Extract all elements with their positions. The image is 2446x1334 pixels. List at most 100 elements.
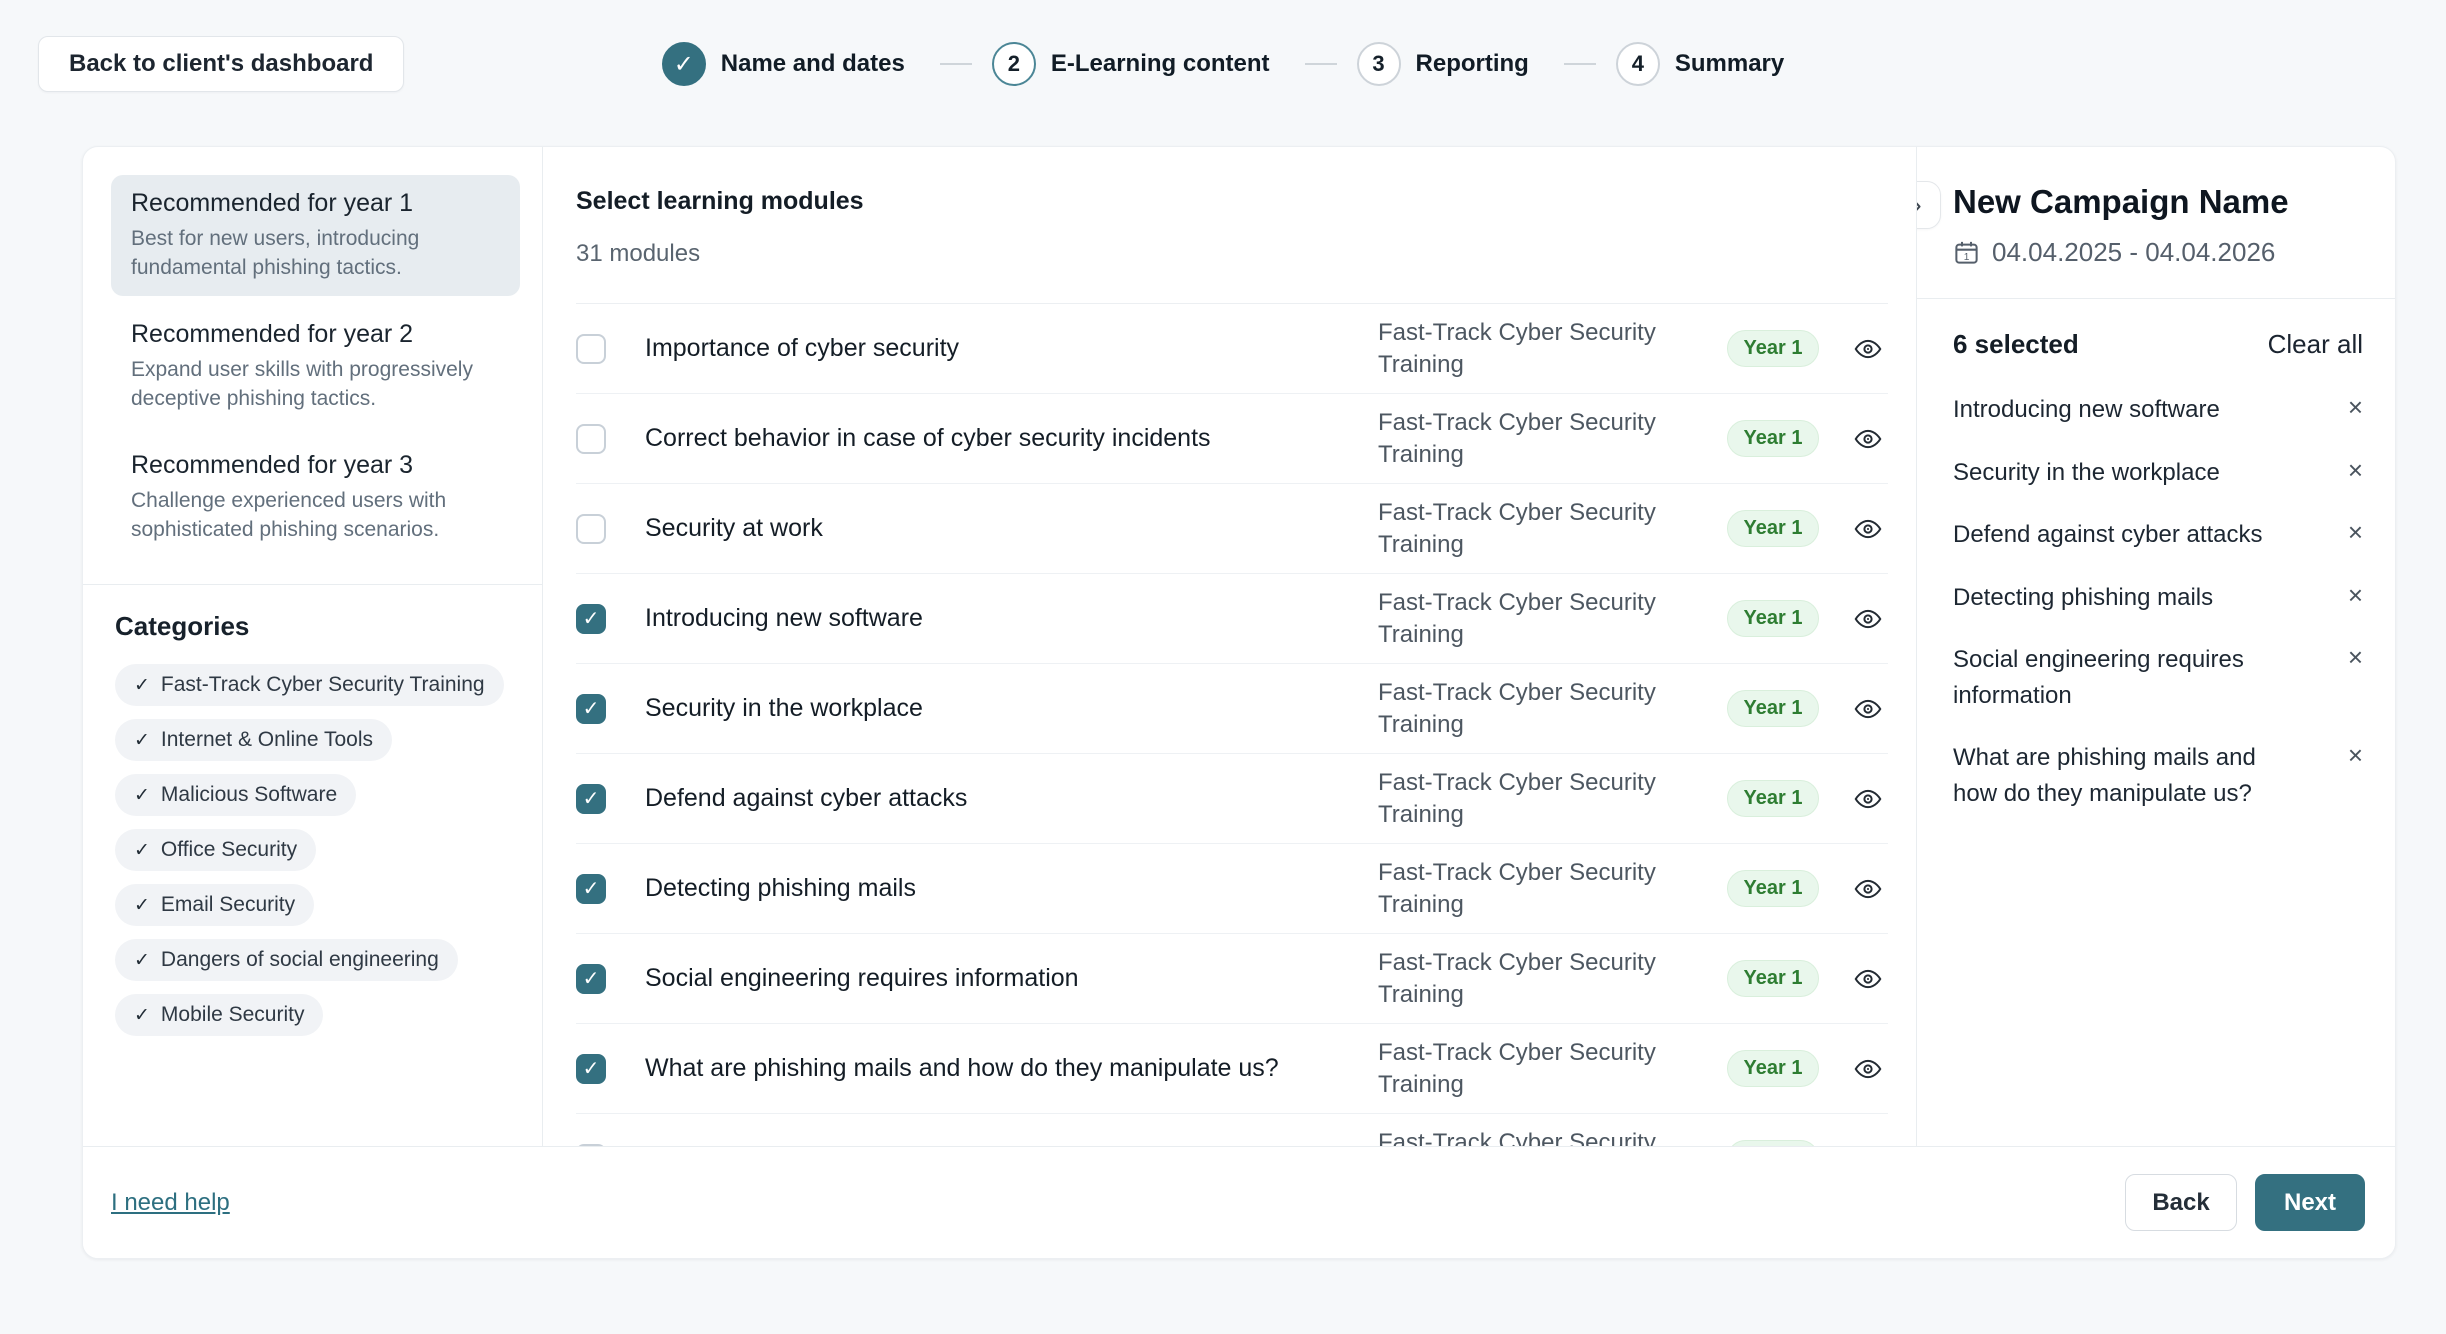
module-title: Defend against cyber attacks bbox=[645, 784, 1378, 813]
module-program: Fast-Track Cyber Security Training bbox=[1378, 317, 1698, 379]
category-chip[interactable]: ✓ Mobile Security bbox=[115, 994, 323, 1036]
year-badge: Year 1 bbox=[1727, 960, 1820, 997]
module-row[interactable]: ✓ Correct behavior in case of cyber secu… bbox=[576, 394, 1888, 484]
wizard-step[interactable]: 3 Reporting bbox=[1357, 42, 1616, 86]
module-row[interactable]: ✓ Security in the workplace Fast-Track C… bbox=[576, 664, 1888, 754]
clear-all-button[interactable]: Clear all bbox=[2268, 329, 2363, 360]
sidebar-divider bbox=[83, 584, 542, 585]
module-checkbox[interactable]: ✓ bbox=[576, 874, 606, 904]
remove-selected-icon[interactable]: × bbox=[2348, 642, 2363, 673]
check-icon: ✓ bbox=[134, 729, 150, 752]
preview-eye-icon[interactable] bbox=[1848, 1055, 1888, 1083]
remove-selected-icon[interactable]: × bbox=[2348, 392, 2363, 423]
module-row[interactable]: ✓ Detecting phishing mails Fast-Track Cy… bbox=[576, 844, 1888, 934]
preview-eye-icon[interactable] bbox=[1848, 785, 1888, 813]
module-checkbox[interactable]: ✓ bbox=[576, 424, 606, 454]
panel-divider bbox=[1917, 298, 2395, 299]
recommendation-option[interactable]: Recommended for year 3 Challenge experie… bbox=[111, 437, 520, 558]
step-label: E-Learning content bbox=[1051, 50, 1270, 78]
remove-selected-icon[interactable]: × bbox=[2348, 740, 2363, 771]
checkbox-check-icon: ✓ bbox=[583, 879, 600, 899]
module-row[interactable]: ✓ Security at work Fast-Track Cyber Secu… bbox=[576, 484, 1888, 574]
category-chip[interactable]: ✓ Email Security bbox=[115, 884, 314, 926]
svg-text:1: 1 bbox=[1964, 252, 1970, 263]
module-program: Fast-Track Cyber Security Training bbox=[1378, 947, 1698, 1009]
module-checkbox[interactable]: ✓ bbox=[576, 964, 606, 994]
module-row[interactable]: ✓ Introducing new software Fast-Track Cy… bbox=[576, 574, 1888, 664]
preview-eye-icon[interactable] bbox=[1848, 515, 1888, 543]
year-badge: Year 1 bbox=[1727, 510, 1820, 547]
category-chip-label: Fast-Track Cyber Security Training bbox=[161, 673, 485, 697]
collapse-panel-button[interactable]: › bbox=[1917, 181, 1941, 229]
module-badge-zone: Year 1 bbox=[1698, 330, 1848, 367]
module-badge-zone: Year 1 bbox=[1698, 420, 1848, 457]
module-checkbox[interactable]: ✓ bbox=[576, 604, 606, 634]
category-chip[interactable]: ✓ Dangers of social engineering bbox=[115, 939, 458, 981]
preview-eye-icon[interactable] bbox=[1848, 605, 1888, 633]
year-badge: Year 1 bbox=[1727, 1050, 1820, 1087]
module-row[interactable]: ✓ Social engineering requires informatio… bbox=[576, 934, 1888, 1024]
back-button[interactable]: Back bbox=[2125, 1174, 2237, 1231]
module-program: Fast-Track Cyber Security Training bbox=[1378, 587, 1698, 649]
module-checkbox[interactable]: ✓ bbox=[576, 784, 606, 814]
campaign-dates: 1 04.04.2025 - 04.04.2026 bbox=[1953, 237, 2363, 268]
module-checkbox[interactable]: ✓ bbox=[576, 1054, 606, 1084]
module-title: Introducing new software bbox=[645, 604, 1378, 633]
recommendation-option[interactable]: Recommended for year 2 Expand user skill… bbox=[111, 306, 520, 427]
categories-heading: Categories bbox=[115, 611, 520, 642]
preview-eye-icon[interactable] bbox=[1848, 335, 1888, 363]
step-number-circle: 3 bbox=[1357, 42, 1401, 86]
preview-eye-icon[interactable] bbox=[1848, 425, 1888, 453]
campaign-name: New Campaign Name bbox=[1953, 183, 2363, 221]
step-connector bbox=[1305, 63, 1337, 65]
module-row[interactable]: ✓ What are phishing mails and how do the… bbox=[576, 1024, 1888, 1114]
module-row[interactable]: ✓ Fast-Track Cyber Security Training Yea… bbox=[576, 1114, 1888, 1146]
step-number: 2 bbox=[1008, 51, 1020, 77]
module-checkbox[interactable]: ✓ bbox=[576, 334, 606, 364]
remove-selected-icon[interactable]: × bbox=[2348, 455, 2363, 486]
wizard-step[interactable]: 4 Summary bbox=[1616, 42, 1784, 86]
step-number-circle: ✓ bbox=[662, 42, 706, 86]
help-link[interactable]: I need help bbox=[111, 1189, 230, 1217]
category-chip[interactable]: ✓ Fast-Track Cyber Security Training bbox=[115, 664, 504, 706]
step-connector bbox=[940, 63, 972, 65]
checkbox-check-icon: ✓ bbox=[583, 969, 600, 989]
step-number: 3 bbox=[1372, 51, 1384, 77]
preview-eye-icon[interactable] bbox=[1848, 965, 1888, 993]
preview-eye-icon[interactable] bbox=[1848, 875, 1888, 903]
recommendation-option[interactable]: Recommended for year 1 Best for new user… bbox=[111, 175, 520, 296]
selected-module-item: Introducing new software × bbox=[1953, 392, 2363, 428]
module-row[interactable]: ✓ Importance of cyber security Fast-Trac… bbox=[576, 304, 1888, 394]
module-checkbox[interactable]: ✓ bbox=[576, 694, 606, 724]
filters-sidebar: Recommended for year 1 Best for new user… bbox=[83, 147, 543, 1146]
selected-module-label: Introducing new software bbox=[1953, 392, 2220, 428]
category-chip[interactable]: ✓ Internet & Online Tools bbox=[115, 719, 392, 761]
next-button[interactable]: Next bbox=[2255, 1174, 2365, 1231]
selected-count: 6 selected bbox=[1953, 329, 2079, 360]
selected-module-label: Social engineering requires information bbox=[1953, 642, 2283, 713]
remove-selected-icon[interactable]: × bbox=[2348, 517, 2363, 548]
module-list-header: Select learning modules 31 modules bbox=[576, 147, 1888, 304]
checkbox-check-icon: ✓ bbox=[583, 609, 600, 629]
year-badge: Year 1 bbox=[1727, 780, 1820, 817]
wizard-footer: I need help Back Next bbox=[83, 1146, 2395, 1258]
check-icon: ✓ bbox=[134, 839, 150, 862]
year-badge: Year 1 bbox=[1727, 420, 1820, 457]
module-badge-zone: Year 1 bbox=[1698, 600, 1848, 637]
calendar-icon: 1 bbox=[1953, 239, 1980, 266]
module-row[interactable]: ✓ Defend against cyber attacks Fast-Trac… bbox=[576, 754, 1888, 844]
wizard-step[interactable]: ✓ Name and dates bbox=[662, 42, 992, 86]
recommendation-title: Recommended for year 2 bbox=[131, 320, 500, 349]
category-chip[interactable]: ✓ Malicious Software bbox=[115, 774, 356, 816]
category-chip[interactable]: ✓ Office Security bbox=[115, 829, 316, 871]
recommendation-title: Recommended for year 1 bbox=[131, 189, 500, 218]
remove-selected-icon[interactable]: × bbox=[2348, 580, 2363, 611]
checkbox-check-icon: ✓ bbox=[583, 789, 600, 809]
wizard-step[interactable]: 2 E-Learning content bbox=[992, 42, 1357, 86]
module-checkbox[interactable]: ✓ bbox=[576, 514, 606, 544]
category-chip-list: ✓ Fast-Track Cyber Security Training ✓ I… bbox=[111, 664, 520, 1049]
recommendation-description: Expand user skills with progressively de… bbox=[131, 356, 500, 413]
preview-eye-icon[interactable] bbox=[1848, 695, 1888, 723]
step-label: Reporting bbox=[1416, 50, 1529, 78]
step-connector bbox=[1564, 63, 1596, 65]
